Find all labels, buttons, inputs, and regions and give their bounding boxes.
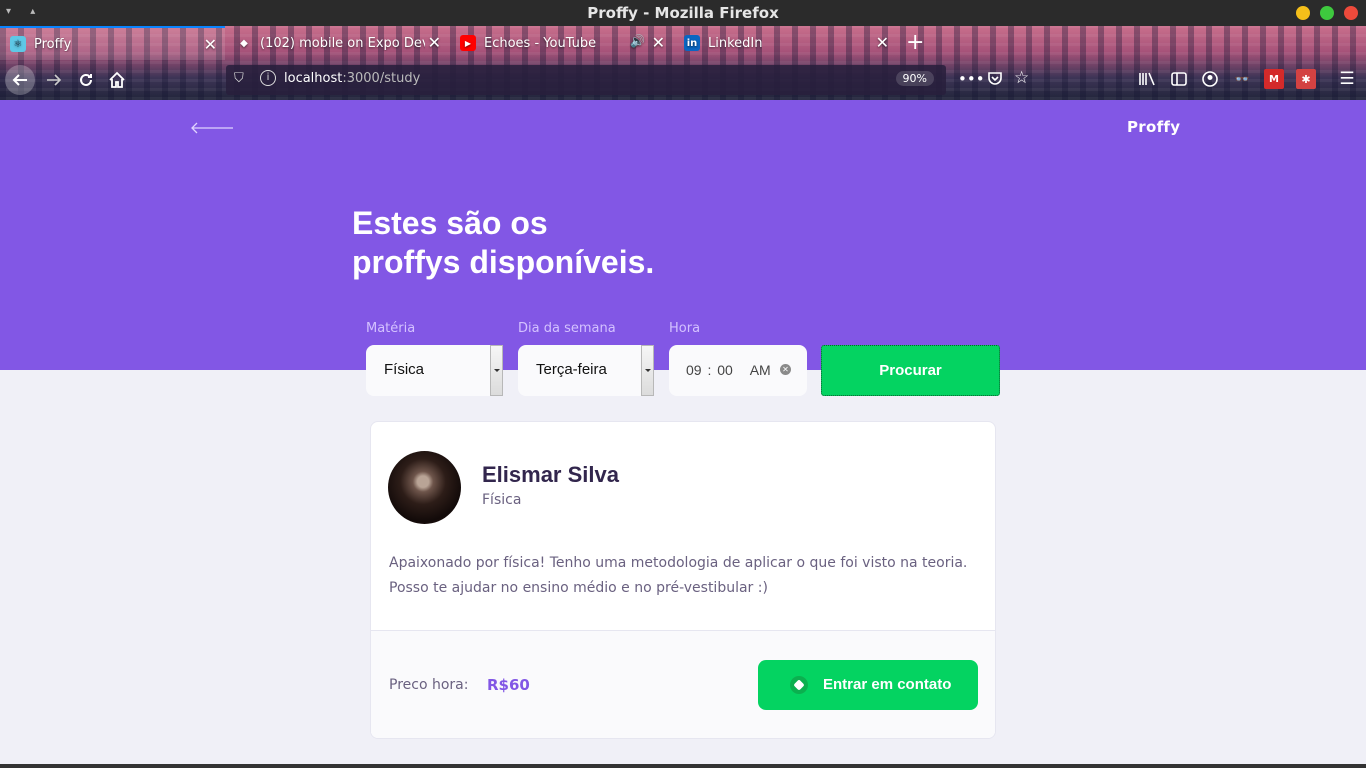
react-icon: ⚛ <box>10 36 26 52</box>
new-tab-button[interactable]: + <box>906 30 924 55</box>
extension-glasses-icon[interactable]: 👓 <box>1232 69 1252 89</box>
avatar <box>388 451 461 524</box>
forward-arrow-icon <box>47 74 62 86</box>
reload-button[interactable] <box>72 66 100 94</box>
minimize-button[interactable] <box>1296 6 1310 20</box>
close-icon[interactable]: ✕ <box>204 35 217 54</box>
zoom-level-badge[interactable]: 90% <box>895 71 934 86</box>
whatsapp-icon <box>790 676 808 694</box>
subject-select[interactable]: Física <box>366 345 503 396</box>
weekday-label: Dia da semana <box>518 321 616 336</box>
back-arrow-icon <box>12 74 27 86</box>
subject-label: Matéria <box>366 321 416 336</box>
navigation-toolbar: ⛉ i localhost:3000/study 90% ••• ☆ 👓 M ✱… <box>0 60 1366 100</box>
price-label: Preco hora: <box>389 677 469 693</box>
teacher-card: Elismar Silva Física Apaixonado por físi… <box>370 421 996 739</box>
bookmark-star-icon[interactable]: ☆ <box>1014 68 1029 88</box>
teacher-name: Elismar Silva <box>482 462 619 487</box>
teacher-subject: Física <box>482 492 522 508</box>
home-button[interactable] <box>103 66 131 94</box>
page-title: Estes são os proffys disponíveis. <box>352 204 852 282</box>
proffy-logo: Proffy <box>1127 118 1181 136</box>
extension-mendeley-icon[interactable]: M <box>1264 69 1284 89</box>
tab-label: Proffy <box>34 36 72 52</box>
tab-label: (102) mobile on Expo Deve <box>260 35 425 51</box>
teacher-bio: Apaixonado por física! Tenho uma metodol… <box>389 555 968 596</box>
time-input-value: 09 : 00 AM <box>686 362 771 378</box>
home-icon <box>109 71 125 88</box>
expo-icon: ◆ <box>240 37 248 49</box>
youtube-icon: ▶ <box>460 35 476 51</box>
reload-icon <box>80 73 92 86</box>
extension-addon-icon[interactable]: ✱ <box>1296 69 1316 89</box>
close-icon[interactable]: ✕ <box>876 33 889 52</box>
page-actions-icon[interactable]: ••• <box>958 70 985 88</box>
shield-icon[interactable]: ⛉ <box>234 71 244 86</box>
tab-strip: ⚛ Proffy ✕ ◆ (102) mobile on Expo Deve ✕… <box>0 26 1366 60</box>
url-text: localhost:3000/study <box>284 71 420 86</box>
page-title-line2: proffys disponíveis. <box>352 244 655 280</box>
address-bar[interactable]: ⛉ i localhost:3000/study 90% <box>226 65 946 95</box>
weekday-select-value: Terça-feira <box>536 361 607 378</box>
pocket-icon[interactable] <box>987 70 1003 90</box>
page-title-line1: Estes são os <box>352 205 548 241</box>
forward-button[interactable] <box>40 66 68 94</box>
tab-youtube[interactable]: ▶ Echoes - YouTube 🔊 ✕ <box>450 26 673 60</box>
sidebar-icon[interactable] <box>1169 69 1189 89</box>
close-window-button[interactable] <box>1344 6 1358 20</box>
hamburger-menu-icon[interactable]: ☰ <box>1337 69 1357 89</box>
window-titlebar: ▾ ▴ Proffy - Mozilla Firefox <box>0 0 1366 26</box>
dropdown-arrow-icon[interactable] <box>641 345 654 396</box>
library-icon[interactable] <box>1137 69 1157 89</box>
linkedin-icon: in <box>684 35 700 51</box>
price-value: R$60 <box>487 676 530 694</box>
account-icon[interactable] <box>1200 69 1220 89</box>
back-arrow-icon[interactable] <box>190 122 234 134</box>
speaker-icon[interactable]: 🔊 <box>630 34 645 48</box>
time-label: Hora <box>669 321 701 336</box>
subject-select-value: Física <box>384 361 425 378</box>
url-path: :3000/study <box>342 71 421 86</box>
back-button[interactable] <box>5 65 35 95</box>
page-header: Proffy Estes são os proffys disponíveis.… <box>0 100 1366 370</box>
tab-expo[interactable]: ◆ (102) mobile on Expo Deve ✕ <box>226 26 449 60</box>
browser-chrome: ⚛ Proffy ✕ ◆ (102) mobile on Expo Deve ✕… <box>0 26 1366 100</box>
page-content: Proffy Estes são os proffys disponíveis.… <box>0 100 1366 764</box>
close-icon[interactable]: ✕ <box>428 33 441 52</box>
weekday-select[interactable]: Terça-feira <box>518 345 654 396</box>
dropdown-arrow-icon[interactable] <box>490 345 503 396</box>
clear-time-icon[interactable]: ✕ <box>780 364 791 375</box>
window-title: Proffy - Mozilla Firefox <box>587 4 779 22</box>
contact-button[interactable]: Entrar em contato <box>758 660 978 710</box>
window-controls <box>1296 6 1358 20</box>
tab-linkedin[interactable]: in LinkedIn ✕ <box>674 26 897 60</box>
window-bottom-edge <box>0 764 1366 768</box>
close-icon[interactable]: ✕ <box>652 33 665 52</box>
time-input[interactable]: 09 : 00 AM ✕ <box>669 345 807 396</box>
tab-label: Echoes - YouTube <box>484 35 597 51</box>
tab-label: LinkedIn <box>708 35 763 51</box>
teacher-card-footer: Preco hora: R$60 Entrar em contato <box>371 630 995 738</box>
maximize-button[interactable] <box>1320 6 1334 20</box>
contact-button-label: Entrar em contato <box>823 676 952 693</box>
search-button[interactable]: Procurar <box>821 345 1000 396</box>
tab-proffy[interactable]: ⚛ Proffy ✕ <box>0 26 225 60</box>
url-host: localhost <box>284 71 343 86</box>
info-icon[interactable]: i <box>260 70 276 86</box>
